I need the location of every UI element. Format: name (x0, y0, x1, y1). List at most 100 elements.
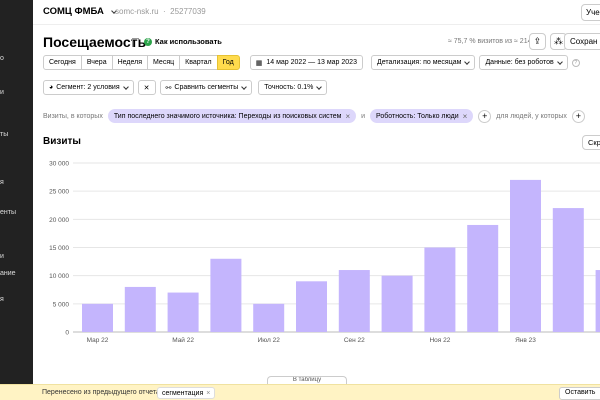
compare-icon: ⚯ (165, 84, 172, 92)
bar[interactable] (552, 208, 584, 332)
sidebar-item-label[interactable]: о (0, 55, 4, 62)
counter-id: 25277039 (170, 7, 206, 16)
save-report-button[interactable]: Сохран (564, 33, 600, 50)
chevron-down-icon (122, 83, 129, 90)
sidebar-item-label[interactable]: я (0, 179, 4, 186)
period-button[interactable]: Год (216, 55, 240, 70)
bar[interactable] (424, 247, 456, 333)
how-to-use-link[interactable]: ? Как использовать (144, 37, 222, 46)
compare-segments-select[interactable]: ⚯ Сравнить сегменты (159, 80, 253, 95)
x-tick-label: Ноя 22 (429, 337, 450, 344)
period-button[interactable]: Сегодня (43, 55, 82, 70)
notice-text: Перенесено из предыдущего отчета: (42, 389, 162, 396)
add-visit-filter-button[interactable]: + (478, 109, 492, 123)
notice-chip-label: сегментация (162, 389, 204, 397)
detail-label: Детализация: по месяцам (376, 59, 462, 66)
counter-meta: somc-nsk.ru · 25277039 (115, 7, 206, 16)
accuracy-select[interactable]: Точность: 0.1% (258, 80, 328, 95)
hide-chart-button[interactable]: Скр (582, 135, 600, 150)
period-button[interactable]: Неделя (111, 55, 149, 70)
share-icon: ⁂ (554, 36, 563, 46)
y-tick-label: 15 000 (49, 245, 69, 252)
carried-over-notice: Перенесено из предыдущего отчета: сегмен… (0, 384, 600, 400)
bar[interactable] (381, 275, 413, 332)
y-tick-label: 0 (65, 330, 69, 337)
bar[interactable] (510, 179, 541, 332)
bar[interactable] (167, 292, 199, 332)
filters-and: и (361, 112, 366, 120)
close-icon[interactable]: × (345, 112, 350, 121)
chevron-down-icon (464, 58, 471, 65)
counter-selector[interactable]: СОМЦ ФМБА (43, 6, 117, 17)
sidebar-item-label[interactable]: ты (0, 131, 8, 138)
x-tick-label: Июл 22 (258, 337, 281, 344)
left-sidebar: оитыяентыианиеяя (0, 0, 33, 400)
learn-button[interactable]: Уче (581, 4, 600, 21)
how-to-use-label: Как использовать (155, 37, 222, 46)
filter-chip-label: Тип последнего значимого источника: Пере… (113, 112, 342, 120)
y-tick-label: 20 000 (49, 217, 69, 224)
clear-segment-button[interactable]: ✕ (137, 80, 156, 95)
filter-chip-source[interactable]: Тип последнего значимого источника: Пере… (107, 109, 357, 123)
bar[interactable] (296, 281, 327, 332)
compare-label: Сравнить сегменты (174, 84, 239, 91)
bar[interactable] (595, 270, 600, 332)
sidebar-item-label[interactable]: и (0, 253, 4, 260)
filter-chip-robots[interactable]: Роботность: Только люди × (370, 109, 474, 123)
to-table-tab[interactable]: В таблицу (267, 376, 347, 384)
pie-icon: ◕ (49, 84, 54, 91)
sidebar-item-label[interactable]: енты (0, 209, 16, 216)
help-icon[interactable]: ? (571, 58, 580, 67)
period-button[interactable]: Квартал (179, 55, 218, 70)
bar[interactable] (253, 303, 285, 332)
data-mode-select[interactable]: Данные: без роботов (479, 55, 568, 70)
close-icon: ✕ (143, 84, 150, 92)
bar[interactable] (338, 270, 370, 332)
x-tick-label: Мар 22 (87, 337, 109, 344)
export-button[interactable]: ⇪ (529, 33, 546, 50)
chevron-down-icon (241, 83, 248, 90)
y-tick-label: 10 000 (49, 273, 69, 280)
data-mode-label: Данные: без роботов (485, 59, 554, 66)
y-tick-label: 30 000 (49, 161, 69, 168)
sidebar-item-label[interactable]: ание (0, 270, 16, 277)
counter-site: somc-nsk.ru (115, 7, 159, 16)
segment-toolbar: ◕ Сегмент: 2 условия ✕ ⚯ Сравнить сегмен… (43, 80, 328, 95)
detail-select[interactable]: Детализация: по месяцам (370, 55, 476, 70)
page-title: Посещаемость (43, 34, 147, 50)
x-tick-label: Янв 23 (515, 337, 536, 344)
bar[interactable] (82, 303, 113, 332)
bar[interactable] (467, 224, 499, 332)
close-icon[interactable]: × (206, 390, 210, 397)
close-icon[interactable]: × (463, 112, 468, 121)
bar[interactable] (210, 258, 242, 332)
period-button[interactable]: Вчера (80, 55, 113, 70)
keep-button[interactable]: Оставить (559, 387, 600, 400)
period-button[interactable]: Месяц (147, 55, 181, 70)
filters-row: Визиты, в которых Тип последнего значимо… (43, 109, 585, 123)
filters-suffix: для людей, у которых (496, 112, 567, 120)
visits-bar-chart: 0 5 000 10 000 15 000 20 000 25 000 30 000 Мар … (49, 161, 600, 344)
x-tick-label: Май 22 (172, 336, 194, 344)
bar[interactable] (124, 286, 156, 332)
period-toolbar: Сегодня Вчера Неделя Месяц Квартал Год ▦ 14 м… (43, 55, 580, 70)
chevron-down-icon (316, 83, 323, 90)
export-icon: ⇪ (533, 36, 542, 46)
date-range-label: 14 мар 2022 — 13 мар 2023 (266, 59, 357, 66)
add-user-filter-button[interactable]: + (571, 109, 585, 123)
sidebar-item-label[interactable]: я (0, 296, 4, 303)
counter-name: СОМЦ ФМБА (43, 6, 104, 17)
date-range-picker[interactable]: ▦ 14 мар 2022 — 13 мар 2023 (249, 55, 363, 70)
chevron-down-icon (556, 58, 563, 65)
x-tick-label: Сен 22 (344, 337, 365, 344)
segment-select[interactable]: ◕ Сегмент: 2 условия (43, 80, 134, 95)
sidebar-item-label[interactable]: и (0, 89, 4, 96)
calendar-icon: ▦ (255, 59, 263, 67)
title-row: Посещаемость ? Как использовать ≈ 75,7 %… (43, 32, 600, 52)
filters-prefix: Визиты, в которых (43, 112, 103, 120)
info-icon: ? (144, 37, 152, 46)
filter-chip-label: Роботность: Только люди (376, 112, 459, 120)
notice-chip[interactable]: сегментация × (157, 387, 216, 399)
chart-title: Визиты (43, 136, 81, 147)
bookmark-icon[interactable] (132, 38, 139, 47)
